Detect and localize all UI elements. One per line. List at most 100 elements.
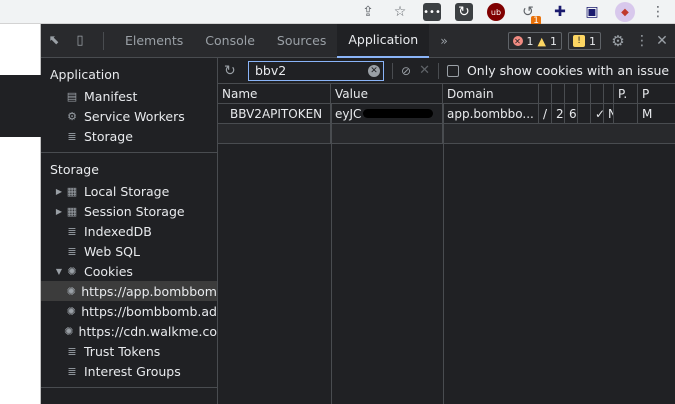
sidebar-item-interest-groups[interactable]: ≣ Interest Groups [41, 361, 217, 381]
cell-domain: app.bombbo... [443, 104, 539, 123]
ublock-icon[interactable]: ub [487, 3, 505, 21]
extension-badge-icon[interactable]: ↺ 1 [519, 3, 541, 27]
sidebar-item-cookie-origin[interactable]: ✺ https://app.bombbom [41, 281, 217, 301]
inspect-element-icon[interactable]: ⬉ [41, 24, 67, 58]
sidebar-item-label: Trust Tokens [84, 343, 161, 359]
column-header-httponly[interactable] [578, 84, 591, 103]
cell-samesite: N [604, 104, 614, 123]
table-row[interactable]: BBV2APITOKEN eyJC app.bombbo... / 2. 6. … [218, 104, 675, 124]
collapse-arrow-icon[interactable]: ▼ [53, 267, 65, 276]
cell-priority: M [642, 106, 653, 121]
column-header-secure[interactable] [591, 84, 604, 103]
column-divider [331, 104, 332, 404]
sidebar-item-label: Web SQL [84, 243, 140, 259]
sidebar-item-web-sql[interactable]: ≣ Web SQL [41, 241, 217, 261]
cell-value-text: eyJC [335, 106, 362, 121]
cell-value: eyJC [331, 104, 443, 123]
clear-all-cookies-icon[interactable]: ⊘ [401, 64, 411, 78]
toolbar-separator [392, 62, 393, 79]
sidebar-item-label: Session Storage [84, 203, 185, 219]
empty-cell [331, 124, 443, 143]
cell-path: / [539, 104, 552, 123]
cookies-toolbar: ↻ bbv2 ✕ ⊘ ✕ Only show cookies with an i… [218, 58, 675, 84]
sidebar-item-label: IndexedDB [84, 223, 152, 239]
sidebar-icon[interactable]: ▣ [583, 3, 601, 21]
close-devtools-icon[interactable]: ✕ [655, 33, 669, 49]
issue-icon: ! [573, 35, 585, 47]
cookies-table: Name Value Domain P. P BBV2APITOKEN eyJC… [218, 84, 675, 144]
sidebar-item-session-storage[interactable]: ▶ ▦ Session Storage [41, 201, 217, 221]
column-header-partition[interactable]: P. [614, 84, 638, 103]
column-header-path[interactable] [539, 84, 552, 103]
column-divider [443, 104, 444, 404]
toolbar-separator [437, 62, 439, 79]
column-header-priority[interactable]: P [638, 84, 675, 103]
devtools-tabbar: ⬉ ▯ Elements Console Sources Application… [41, 23, 675, 58]
avatar-icon[interactable]: ◆ [615, 2, 635, 22]
sidebar-divider [41, 152, 217, 153]
sidebar-item-storage[interactable]: ≣ Storage [41, 126, 217, 146]
sidebar-item-label: Cookies [84, 263, 133, 279]
expand-arrow-icon[interactable]: ▶ [53, 207, 65, 216]
sidebar-item-label: Storage [84, 128, 133, 144]
column-header-value[interactable]: Value [331, 84, 443, 103]
star-icon[interactable]: ☆ [391, 3, 409, 21]
warning-icon: ▲ [537, 34, 546, 48]
sidebar-item-cookie-origin[interactable]: ✺ https://bombbomb.ad [41, 301, 217, 321]
sidebar-item-cookie-origin[interactable]: ✺ https://cdn.walkme.co [41, 321, 217, 341]
tab-application[interactable]: Application [337, 23, 430, 58]
sidebar-item-label: Local Storage [84, 183, 170, 199]
tab-separator [103, 31, 104, 50]
sidebar-item-label: https://app.bombbom [81, 283, 217, 299]
cookie-icon: ✺ [66, 284, 76, 298]
page-dark-band [0, 75, 41, 137]
sidebar-item-manifest[interactable]: ▤ Manifest [41, 86, 217, 106]
sidebar-item-label: https://bombbomb.ad [81, 303, 217, 319]
tab-sources[interactable]: Sources [266, 24, 337, 58]
clear-filter-icon[interactable]: ✕ [368, 64, 380, 77]
settings-gear-icon[interactable]: ⚙ [607, 24, 629, 58]
more-tabs-button[interactable]: » [429, 24, 459, 58]
device-toolbar-icon[interactable]: ▯ [67, 24, 93, 58]
grid-icon: ▦ [66, 204, 78, 218]
filter-value: bbv2 [255, 63, 287, 78]
file-icon: ▤ [66, 89, 78, 103]
only-issues-checkbox[interactable] [446, 64, 459, 77]
menu-kebab-icon[interactable]: ⋮ [649, 3, 667, 21]
only-issues-label: Only show cookies with an issue [466, 63, 670, 78]
cookie-icon: ✺ [64, 324, 74, 338]
devtools-status: ✕ 1 ▲ 1 ! 1 ⚙ ⋮ ✕ [507, 24, 675, 58]
issues-button[interactable]: ! 1 [568, 32, 601, 50]
console-counts-button[interactable]: ✕ 1 ▲ 1 [507, 32, 562, 50]
column-header-samesite[interactable] [604, 84, 614, 103]
database-icon: ≣ [67, 344, 77, 358]
cell-expires: 2. [552, 104, 565, 123]
cell-secure-check: ✓ [591, 104, 604, 123]
delete-selected-icon[interactable]: ✕ [419, 63, 430, 78]
share-icon[interactable]: ⇪ [359, 3, 377, 21]
column-header-name[interactable]: Name [218, 84, 331, 103]
extension-dots-icon[interactable]: ••• [423, 3, 441, 21]
errors-count: 1 [526, 34, 534, 48]
warnings-count: 1 [550, 34, 557, 48]
tab-console[interactable]: Console [194, 24, 266, 58]
sidebar-item-indexeddb[interactable]: ≣ IndexedDB [41, 221, 217, 241]
sidebar-heading-application: Application [50, 66, 120, 82]
sidebar-item-trust-tokens[interactable]: ≣ Trust Tokens [41, 341, 217, 361]
refresh-extension-icon[interactable]: ↻ [455, 3, 473, 21]
column-header-domain[interactable]: Domain [443, 84, 539, 103]
sidebar-item-local-storage[interactable]: ▶ ▦ Local Storage [41, 181, 217, 201]
column-header-expires[interactable] [552, 84, 565, 103]
column-header-size[interactable] [565, 84, 578, 103]
expand-arrow-icon[interactable]: ▶ [53, 187, 65, 196]
devtools-menu-icon[interactable]: ⋮ [635, 33, 649, 49]
sidebar-item-cookies[interactable]: ▼ ✺ Cookies [41, 261, 217, 281]
sidebar-item-service-workers[interactable]: ⚙ Service Workers [41, 106, 217, 126]
refresh-icon[interactable]: ↻ [224, 63, 240, 79]
sidebar-heading-storage: Storage [50, 161, 99, 177]
cookie-filter-input[interactable]: bbv2 ✕ [248, 60, 384, 81]
puzzle-icon[interactable]: ✚ [551, 3, 569, 21]
devtools-panel: ⬉ ▯ Elements Console Sources Application… [41, 23, 675, 404]
tab-elements[interactable]: Elements [114, 24, 194, 58]
database-icon: ≣ [67, 224, 77, 238]
